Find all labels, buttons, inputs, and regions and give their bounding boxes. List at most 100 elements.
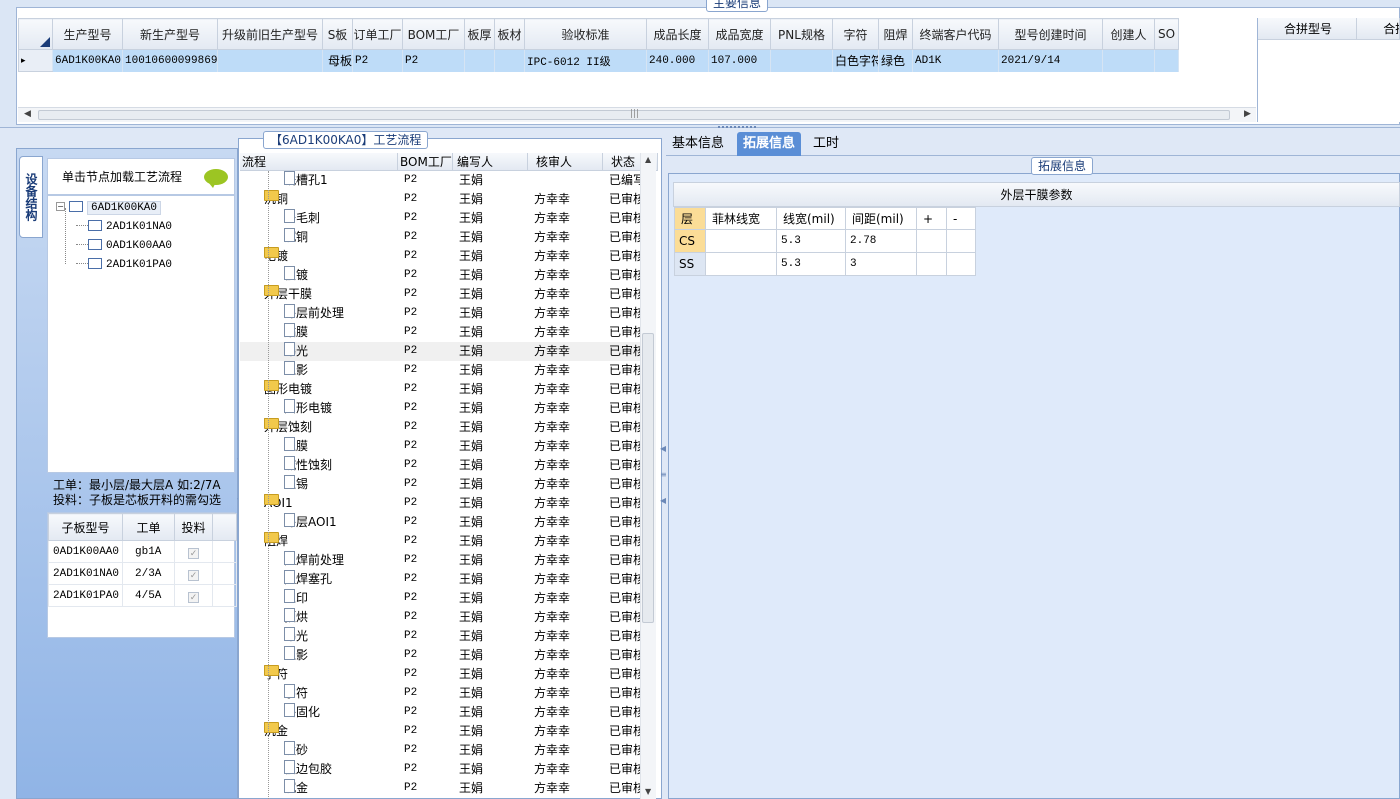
process-row[interactable]: −AOI1P2王娟方幸幸已审核 [240, 494, 640, 513]
cell-成品长度[interactable]: 240.000 [646, 49, 709, 72]
structure-tree[interactable]: − 6AD1K00KA0 2AD1K01NA0 0AD1K00AA0 2AD1K0… [47, 195, 235, 473]
add-row-button[interactable]: + [916, 207, 947, 230]
process-row[interactable]: −沉铜P2王娟方幸幸已审核 [240, 190, 640, 209]
column-header[interactable]: PNL规格 [770, 18, 833, 50]
spacing-cell[interactable]: 2.78 [845, 229, 917, 253]
scroll-left-icon[interactable]: ◀ [24, 109, 31, 119]
layer-cell[interactable]: CS [674, 229, 706, 253]
column-header[interactable]: 阻焊 [878, 18, 913, 50]
table-row[interactable]: 0AD1K00AA0 gb1A ✓ [48, 540, 237, 563]
cell-型号创建时间[interactable]: 2021/9/14 [998, 49, 1103, 72]
process-row[interactable]: 沉铜 P2 王娟 方幸幸 已审核 [240, 228, 640, 247]
process-row[interactable]: 去毛刺 P2 王娟 方幸幸 已审核 [240, 209, 640, 228]
column-header[interactable]: 订单工厂 [352, 18, 403, 50]
merge-model-grid[interactable]: 合拼型号 合拼 [1257, 18, 1400, 122]
cell-订单工厂[interactable]: P2 [352, 49, 403, 72]
layer-cell[interactable]: SS [674, 252, 706, 276]
tree-node-child[interactable]: 0AD1K00AA0 [76, 236, 172, 252]
tab-structure[interactable]: 设备结构 [19, 156, 43, 238]
column-header[interactable]: 终端客户代码 [912, 18, 999, 50]
column-header[interactable]: 新生产型号 [122, 18, 218, 50]
process-row[interactable]: 字符 P2 王娟 方幸幸 已审核 [240, 684, 640, 703]
column-header[interactable]: 生产型号 [52, 18, 123, 50]
cell-BOM工厂[interactable]: P2 [402, 49, 465, 72]
feed-checkbox[interactable]: ✓ [188, 547, 199, 559]
process-row[interactable]: −外层蚀刻 P2 王娟 方幸幸 已审核 [240, 418, 640, 437]
line-width-cell[interactable]: 5.3 [776, 229, 846, 253]
table-row[interactable]: ▸ 6AD1K00KA0 10010600099869 母板 P2 P2 IPC-6012 … [18, 49, 1179, 72]
table-row[interactable]: SS 5.3 3 [674, 252, 976, 276]
scroll-thumb[interactable] [642, 333, 654, 623]
process-row[interactable]: −沉金P2王娟方幸幸已审核 [240, 722, 640, 741]
table-row[interactable]: CS 5.3 2.78 [674, 229, 976, 253]
column-header[interactable]: 型号创建时间 [998, 18, 1103, 50]
process-row[interactable]: −电镀P2王娟方幸幸已审核 [240, 247, 640, 266]
order-cell[interactable]: 2/3A [122, 562, 175, 585]
feed-checkbox[interactable]: ✓ [188, 591, 199, 603]
column-header[interactable]: 板厚 [464, 18, 495, 50]
tree-node-root[interactable]: − 6AD1K00KA0 [56, 198, 162, 215]
process-row[interactable]: 沉金 P2 王娟 方幸幸 已审核 [240, 779, 640, 798]
column-header[interactable]: 成品宽度 [708, 18, 771, 50]
cell-PNL规格[interactable] [770, 49, 833, 72]
tab-work-hours[interactable]: 工时 [807, 132, 845, 156]
column-header[interactable]: S板 [322, 18, 353, 50]
tab-basic-info[interactable]: 基本信息 [666, 132, 730, 156]
process-row[interactable]: 丝印 P2 王娟 方幸幸 已审核 [240, 589, 640, 608]
process-row[interactable]: −阻焊P2王娟方幸幸已审核 [240, 532, 640, 551]
process-row[interactable]: 退锡 P2 王娟 方幸幸 已审核 [240, 475, 640, 494]
process-row[interactable]: 阻焊前处理 P2 王娟 方幸幸 已审核 [240, 551, 640, 570]
sub-model-cell[interactable]: 0AD1K00AA0 [48, 540, 123, 563]
tree-node-child[interactable]: 2AD1K01NA0 [76, 217, 172, 233]
process-row[interactable]: 板镀 P2 王娟 方幸幸 已审核 [240, 266, 640, 285]
scroll-up-icon[interactable]: ▲ [645, 155, 651, 164]
feed-cell[interactable]: ✓ [174, 562, 213, 585]
process-row[interactable]: −字符P2王娟方幸幸已审核 [240, 665, 640, 684]
sub-model-cell[interactable]: 2AD1K01NA0 [48, 562, 123, 585]
cell-验收标准[interactable]: IPC-6012 II级 [524, 49, 647, 72]
row-selector[interactable]: ▸ [18, 49, 53, 72]
splitter-grip[interactable] [718, 126, 768, 130]
process-tree[interactable]: 铣槽孔1P2王娟已编写−沉铜P2王娟方幸幸已审核去毛刺P2王娟方幸幸已审核沉铜P… [240, 171, 640, 799]
order-cell[interactable]: gb1A [122, 540, 175, 563]
cell-板材[interactable] [494, 49, 525, 72]
cell-S板[interactable]: 母板 [322, 49, 353, 72]
film-width-cell[interactable] [705, 252, 777, 276]
dry-film-grid[interactable]: 层 菲林线宽 线宽(mil) 间距(mil) + - CS 5.3 2.78 SS 5.… [674, 207, 976, 276]
cell-阻焊[interactable]: 绿色 [878, 49, 913, 72]
column-header[interactable]: 成品长度 [646, 18, 709, 50]
process-row[interactable]: 外层AOI1 P2 王娟 方幸幸 已审核 [240, 513, 640, 532]
scroll-down-icon[interactable]: ▼ [645, 787, 651, 796]
cell-SO[interactable] [1154, 49, 1179, 72]
cell-新生产型号[interactable]: 10010600099869 [122, 49, 218, 72]
feed-checkbox[interactable]: ✓ [188, 569, 199, 581]
process-row[interactable]: 曝光 P2 王娟 方幸幸 已审核 [240, 342, 640, 361]
cell-终端客户代码[interactable]: AD1K [912, 49, 999, 72]
cell-创建人[interactable] [1102, 49, 1155, 72]
scroll-right-icon[interactable]: ▶ [1244, 109, 1251, 119]
process-row[interactable]: 外层前处理 P2 王娟 方幸幸 已审核 [240, 304, 640, 323]
process-row[interactable]: 铣槽孔1 P2 王娟 已编写 [240, 171, 640, 190]
cell-生产型号[interactable]: 6AD1K00KA0 [52, 49, 123, 72]
process-row[interactable]: 退膜 P2 王娟 方幸幸 已审核 [240, 437, 640, 456]
column-header[interactable]: 字符 [832, 18, 879, 50]
collapse-icon[interactable]: − [56, 202, 65, 211]
process-row[interactable]: 图形电镀 P2 王娟 方幸幸 已审核 [240, 399, 640, 418]
process-row[interactable]: 碱性蚀刻 P2 王娟 方幸幸 已审核 [240, 456, 640, 475]
column-header[interactable]: BOM工厂 [402, 18, 465, 50]
process-row[interactable]: 阻焊塞孔 P2 王娟 方幸幸 已审核 [240, 570, 640, 589]
tab-extended-info[interactable]: 拓展信息 [737, 132, 802, 156]
column-header[interactable]: 验收标准 [524, 18, 647, 50]
spacing-cell[interactable]: 3 [845, 252, 917, 276]
process-row[interactable]: 预烘 P2 王娟 方幸幸 已审核 [240, 608, 640, 627]
process-row[interactable]: 贴膜 P2 王娟 方幸幸 已审核 [240, 323, 640, 342]
process-row[interactable]: 曝光 P2 王娟 方幸幸 已审核 [240, 627, 640, 646]
process-row[interactable]: 显影 P2 王娟 方幸幸 已审核 [240, 646, 640, 665]
table-row[interactable]: 2AD1K01PA0 4/5A ✓ [48, 584, 237, 607]
feed-cell[interactable]: ✓ [174, 540, 213, 563]
middle-splitter[interactable]: ◀ ≡ ◀ [660, 440, 667, 510]
column-header[interactable]: 升级前旧生产型号 [217, 18, 323, 50]
column-header[interactable]: 创建人 [1102, 18, 1155, 50]
order-cell[interactable]: 4/5A [122, 584, 175, 607]
main-horizontal-scrollbar[interactable]: ◀ ||| ▶ [18, 107, 1256, 122]
